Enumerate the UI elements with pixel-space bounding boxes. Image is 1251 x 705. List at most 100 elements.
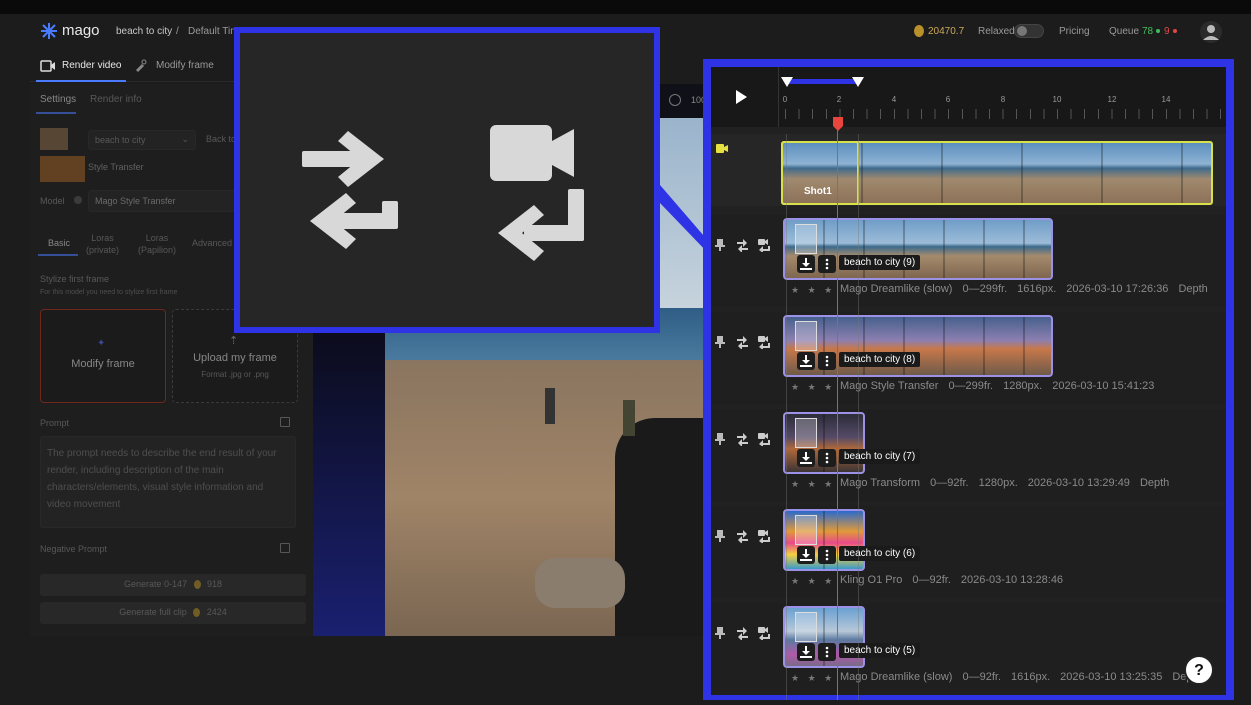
- pin-icon[interactable]: [715, 336, 728, 350]
- download-icon[interactable]: [797, 449, 815, 467]
- clip-label: beach to city (9): [839, 255, 921, 270]
- tick-label: 2: [836, 95, 842, 104]
- rating-stars[interactable]: ★ ★ ★: [791, 673, 835, 684]
- video-camera-return-icon[interactable]: [757, 627, 771, 641]
- pin-icon[interactable]: [715, 239, 728, 253]
- model-label: Model: [40, 196, 65, 206]
- rating-stars[interactable]: ★ ★ ★: [791, 285, 835, 296]
- video-camera-return-icon[interactable]: [757, 239, 771, 253]
- modify-frame-card[interactable]: ✦ Modify frame: [40, 309, 166, 403]
- swap-arrows-icon[interactable]: [736, 336, 749, 350]
- result-row: beach to city (5) ★ ★ ★ Mago Dreamlike (sl…: [711, 603, 1226, 695]
- app-window: mago beach to city / Default Tim 20470.7…: [0, 0, 1251, 705]
- queue-dot-red: [1173, 29, 1177, 33]
- coin-icon: [193, 580, 201, 590]
- tab-render-video[interactable]: Render video: [62, 60, 121, 71]
- range-end-handle[interactable]: [852, 77, 864, 87]
- copy-negative-icon[interactable]: [280, 543, 290, 553]
- queue-count-green: 78: [1142, 26, 1154, 37]
- help-button[interactable]: ?: [1184, 655, 1214, 685]
- rating-stars[interactable]: ★ ★ ★: [791, 382, 835, 393]
- rating-stars[interactable]: ★ ★ ★: [791, 576, 835, 587]
- pin-icon[interactable]: [715, 530, 728, 544]
- swap-arrows-icon[interactable]: [736, 239, 749, 253]
- clip-label: beach to city (5): [839, 643, 921, 658]
- upload-icon: ⇡: [229, 335, 239, 347]
- meta-frames: 0—92fr.: [912, 574, 951, 586]
- swap-arrows-icon[interactable]: [736, 530, 749, 544]
- swap-arrows-icon[interactable]: [736, 433, 749, 447]
- breadcrumb-project[interactable]: beach to city: [116, 26, 172, 37]
- mago-logo-icon[interactable]: [40, 22, 58, 40]
- clip-portrait-thumb: [795, 515, 817, 545]
- video-camera-return-icon[interactable]: [757, 530, 771, 544]
- basic-tab-indicator: [38, 254, 78, 256]
- result-row: beach to city (7) ★ ★ ★ Mago Transform 0—92…: [711, 409, 1226, 501]
- generate-full-button[interactable]: Generate full clip 2424: [40, 602, 306, 624]
- pin-icon[interactable]: [715, 433, 728, 447]
- source-select[interactable]: beach to city ⌄: [88, 130, 196, 150]
- model-select-value: Mago Style Transfer: [95, 196, 176, 206]
- more-vertical-icon[interactable]: [818, 546, 836, 564]
- download-icon[interactable]: [797, 643, 815, 661]
- generate-range-label: Generate 0-147: [123, 579, 187, 589]
- upload-format-note: Format .jpg or .png: [201, 370, 269, 379]
- tick-label: 0: [782, 95, 788, 104]
- range-end-guide: [858, 134, 859, 700]
- meta-res: 1280px.: [978, 477, 1018, 489]
- more-vertical-icon[interactable]: [818, 643, 836, 661]
- tab-loras-private[interactable]: Loras (private): [86, 232, 119, 256]
- coin-icon-2: [193, 608, 201, 618]
- generate-range-button[interactable]: Generate 0-147 918: [40, 574, 306, 596]
- prompt-placeholder: The prompt needs to describe the end res…: [47, 448, 277, 510]
- ruler-minor-ticks: [785, 109, 1226, 119]
- copy-icon[interactable]: [280, 417, 290, 427]
- download-icon[interactable]: [797, 352, 815, 370]
- playhead-handle[interactable]: [832, 117, 844, 131]
- style-field[interactable]: Style Transfer: [88, 162, 238, 180]
- tab-advanced[interactable]: Advanced: [192, 238, 232, 248]
- zoom-out-icon[interactable]: [669, 94, 681, 106]
- meta-frames: 0—299fr.: [948, 380, 994, 392]
- generate-full-label: Generate full clip: [119, 607, 187, 617]
- clip-portrait-thumb: [795, 321, 817, 351]
- queue-dot-green: [1156, 29, 1160, 33]
- user-avatar-icon[interactable]: [1200, 21, 1222, 43]
- breadcrumb-separator: /: [176, 26, 179, 37]
- generate-full-cost: 2424: [206, 607, 227, 617]
- tab-loras-papilion[interactable]: Loras (Papilion): [138, 232, 176, 256]
- prompt-textarea[interactable]: The prompt needs to describe the end res…: [40, 436, 296, 528]
- upload-card-label: Upload my frame: [193, 352, 277, 364]
- tab-modify-frame[interactable]: Modify frame: [156, 60, 214, 71]
- subtab-active-indicator: [36, 112, 76, 114]
- meta-date: 2026-03-10 13:29:49: [1027, 477, 1130, 489]
- result-row: beach to city (6) ★ ★ ★ Kling O1 Pro 0—92fr…: [711, 506, 1226, 598]
- shot-camera-icon: [716, 144, 728, 153]
- tab-basic[interactable]: Basic: [48, 238, 70, 248]
- subtab-render-info[interactable]: Render info: [90, 94, 142, 105]
- download-icon[interactable]: [797, 546, 815, 564]
- video-camera-return-icon[interactable]: [757, 433, 771, 447]
- more-vertical-icon[interactable]: [818, 449, 836, 467]
- relaxed-toggle[interactable]: [1014, 24, 1044, 38]
- more-vertical-icon[interactable]: [818, 352, 836, 370]
- logo-text[interactable]: mago: [62, 22, 100, 39]
- meta-extra: Depth: [1178, 283, 1208, 295]
- breadcrumb-timeline[interactable]: Default Tim: [188, 26, 239, 37]
- back-to-link[interactable]: Back to: [206, 134, 236, 144]
- meta-model: Mago Style Transfer: [840, 380, 939, 392]
- range-start-handle[interactable]: [781, 77, 793, 87]
- swap-arrows-icon[interactable]: [736, 627, 749, 641]
- download-icon[interactable]: [797, 255, 815, 273]
- video-camera-return-icon[interactable]: [757, 336, 771, 350]
- tick-label: 14: [1161, 95, 1171, 104]
- more-vertical-icon[interactable]: [818, 255, 836, 273]
- model-select[interactable]: Mago Style Transfer: [88, 190, 238, 212]
- range-selector-bar[interactable]: [786, 79, 859, 84]
- pin-icon[interactable]: [715, 627, 728, 641]
- source-thumbnail: [40, 128, 68, 150]
- subtab-settings[interactable]: Settings: [40, 94, 76, 105]
- pricing-link[interactable]: Pricing: [1059, 26, 1090, 37]
- rating-stars[interactable]: ★ ★ ★: [791, 479, 835, 490]
- meta-model: Mago Dreamlike (slow): [840, 283, 953, 295]
